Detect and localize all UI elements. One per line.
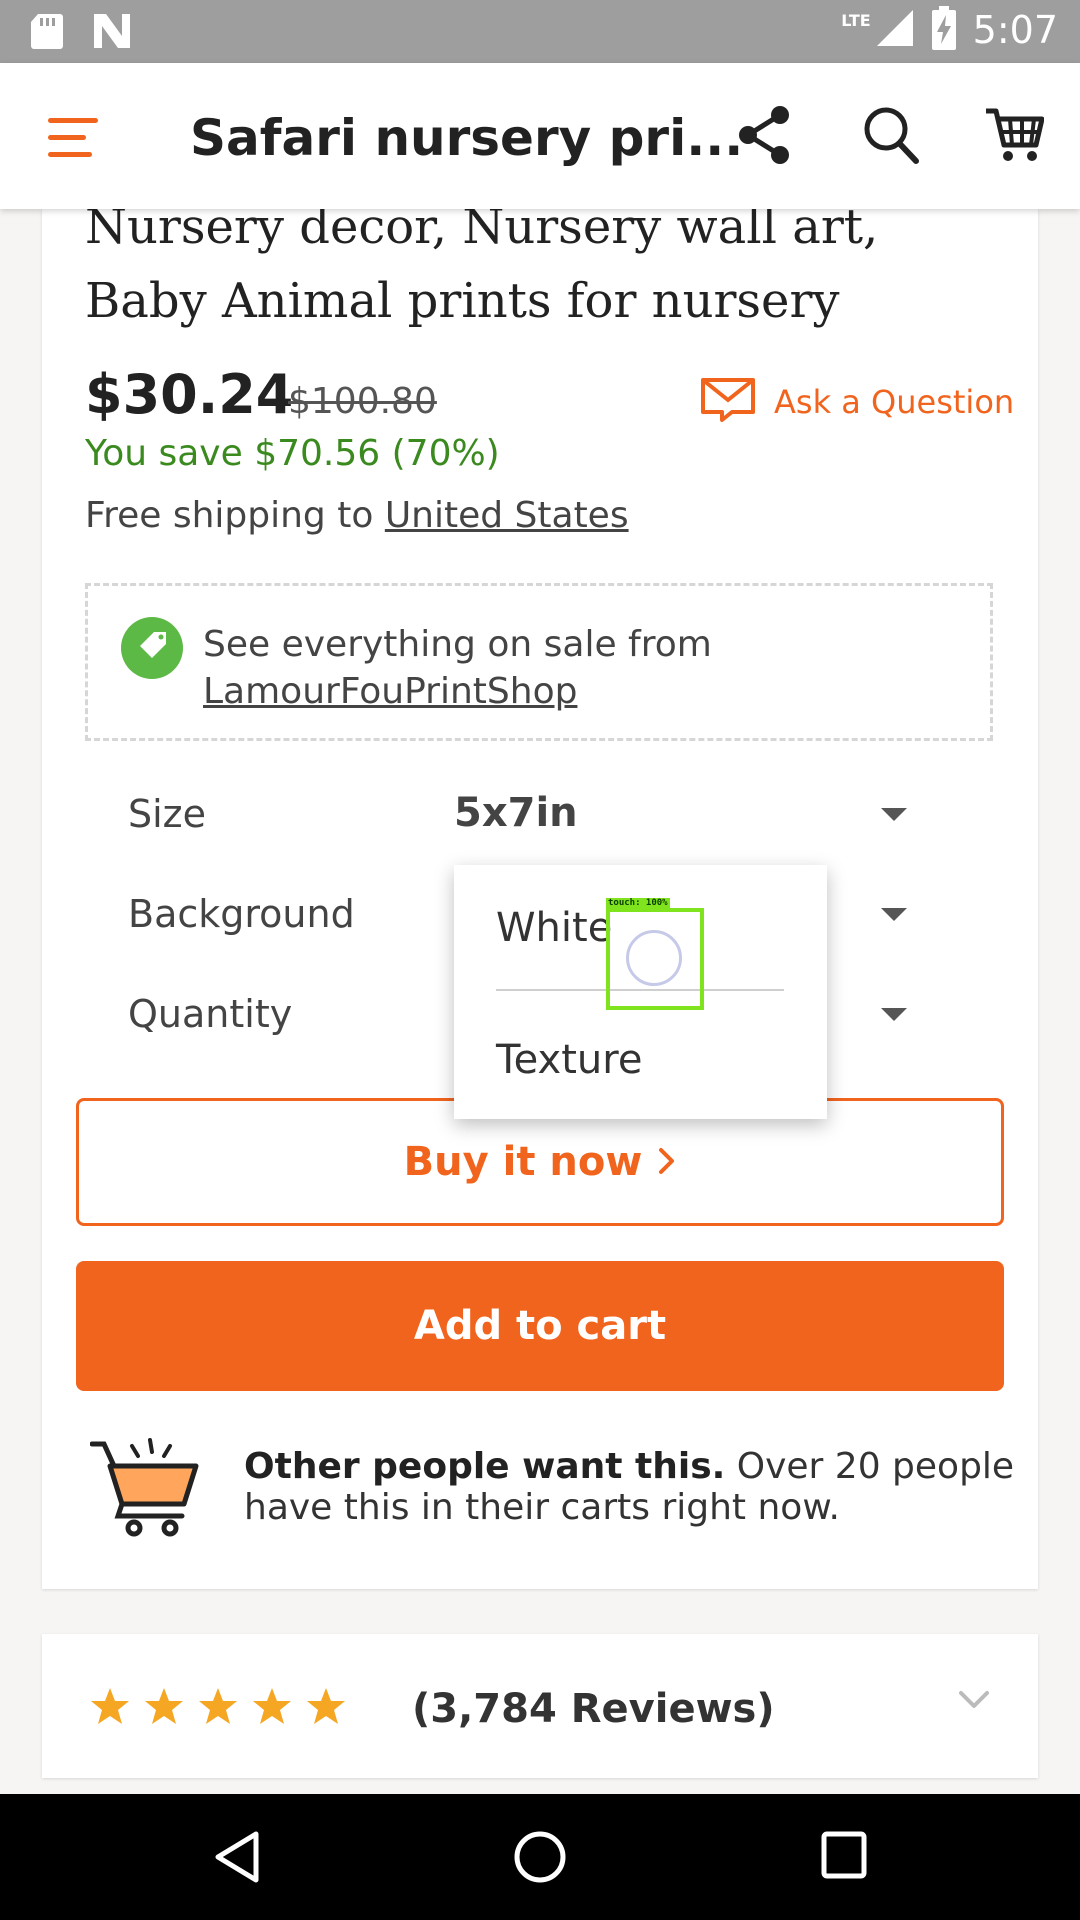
caret-down-icon [881,908,907,921]
social-proof-bold: Other people want this. [244,1446,726,1487]
share-icon[interactable] [736,105,792,169]
ask-question-button[interactable]: Ask a Question [700,376,1014,428]
savings-text: You save $70.56 (70%) [85,433,500,474]
add-to-cart-label: Add to cart [413,1303,667,1349]
shipping-prefix: Free shipping to [85,495,385,536]
home-icon[interactable] [513,1830,567,1888]
notification-n-icon [92,12,132,54]
cart-icon[interactable] [984,105,1045,169]
menu-icon[interactable] [48,118,98,158]
chevron-down-icon[interactable] [958,1690,990,1714]
clock: 5:07 [972,8,1058,52]
app-bar: Safari nursery pri... [0,63,1080,209]
star-icon [145,1688,183,1724]
touch-indicator-label: touch: 100% [606,898,670,908]
star-icon [91,1688,129,1724]
shop-name-link[interactable]: LamourFouPrintShop [203,668,712,715]
product-title: Nursery decor, Nursery wall art, Baby An… [85,199,879,329]
quantity-label: Quantity [128,992,293,1036]
star-icon [199,1688,237,1724]
caret-down-icon [881,1008,907,1021]
size-value: 5x7in [454,790,578,836]
background-label: Background [128,892,355,936]
star-icon [253,1688,291,1724]
reviews-section[interactable]: (3,784 Reviews) [42,1634,1038,1778]
price-tag-icon [120,616,184,684]
sale-banner-label: See everything on sale from [203,624,712,665]
buy-now-label: Buy it now [403,1139,643,1185]
cart-popular-icon [89,1436,200,1544]
review-count: (3,784 Reviews) [412,1686,775,1732]
battery-charging-icon [931,6,957,54]
network-type: LTE [841,10,871,30]
dropdown-option-white[interactable]: White [496,905,612,951]
size-selector[interactable]: Size 5x7in [85,778,935,858]
search-icon[interactable] [862,105,920,169]
touch-indicator-circle [626,930,682,986]
size-label: Size [128,792,207,836]
ask-question-label: Ask a Question [774,383,1015,421]
current-price: $30.24 [85,363,294,426]
sd-card-icon [30,12,64,54]
signal-icon [875,8,915,52]
chevron-right-icon [658,1139,676,1185]
dropdown-option-texture[interactable]: Texture [496,1037,642,1083]
recents-icon[interactable] [820,1830,868,1884]
star-icon [307,1688,345,1724]
add-to-cart-button[interactable]: Add to cart [76,1261,1004,1391]
caret-down-icon [881,808,907,821]
navigation-bar [0,1794,1080,1920]
status-bar: LTE 5:07 [0,0,1080,63]
page-title: Safari nursery pri... [190,109,744,167]
original-price: $100.80 [288,381,437,422]
shipping-info: Free shipping to United States [85,495,629,536]
social-proof-text: Other people want this. Over 20 people h… [244,1446,1024,1528]
star-rating [90,1686,346,1726]
sale-banner-text: See everything on sale from LamourFouPri… [203,621,712,715]
sale-banner[interactable]: See everything on sale from LamourFouPri… [85,583,993,741]
shipping-destination-link[interactable]: United States [385,495,629,536]
envelope-icon [700,376,756,428]
back-icon[interactable] [212,1830,262,1888]
